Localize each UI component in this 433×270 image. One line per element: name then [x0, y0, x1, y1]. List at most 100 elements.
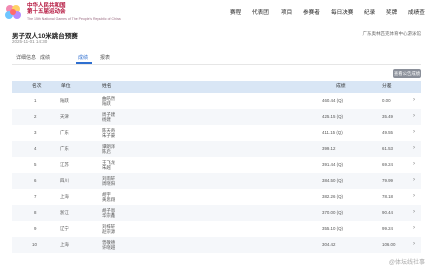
th-rank: 名次 — [32, 84, 42, 89]
th-diff: 分差 — [382, 84, 392, 89]
diff-cell: 90.44 — [382, 210, 393, 215]
event-time: 2025-11-01 14:30 — [12, 39, 48, 44]
rank-cell: 10 — [32, 242, 37, 247]
result-tabs: 详细信息 成绩 成绩 报表 — [12, 53, 421, 65]
chevron-right-icon[interactable]: › — [413, 193, 415, 199]
th-name: 姓名 — [102, 84, 112, 89]
chevron-right-icon[interactable]: › — [413, 145, 415, 151]
diff-cell: 106.00 — [382, 242, 396, 247]
rank-cell: 6 — [34, 178, 37, 183]
table-row[interactable]: 2 天津 周子建 杨建 425.15 (Q) 35.49 › — [12, 109, 421, 125]
score-cell: 399.12 — [322, 146, 336, 151]
main-nav: 赛程 代表团 项目 参赛者 每日决赛 纪录 奖牌 成绩查 — [0, 7, 433, 19]
view-official-results-button[interactable]: 查看公告成绩 — [393, 69, 421, 78]
nav-item-participants[interactable]: 参赛者 — [303, 7, 320, 19]
athlete-name: 杨建 — [102, 116, 111, 122]
tab-details[interactable]: 详细信息 — [16, 54, 36, 61]
unit-cell: 上海 — [60, 194, 69, 199]
score-cell: 391.44 (Q) — [322, 162, 343, 167]
score-cell: 304.42 — [322, 242, 336, 247]
names-cell: 陈天奇 朱子豪 — [102, 128, 115, 138]
chevron-right-icon[interactable]: › — [413, 113, 415, 119]
table-row[interactable]: 9 辽宁 刘梓轩 赵宗源 355.10 (Q) 99.24 › — [12, 221, 421, 237]
rank-cell: 4 — [34, 146, 37, 151]
nav-item-delegations[interactable]: 代表团 — [252, 7, 269, 19]
tab-active-underline — [76, 62, 92, 64]
rank-cell: 1 — [34, 98, 37, 103]
unit-cell: 天津 — [60, 114, 69, 119]
rank-cell: 2 — [34, 114, 37, 119]
athlete-name: 陆跃 — [102, 100, 111, 106]
th-unit: 单位 — [61, 84, 71, 89]
chevron-right-icon[interactable]: › — [413, 129, 415, 135]
results-table: 名次 单位 姓名 成绩 分差 1 陆跃 曲皓然 陆跃 460.44 (Q) 0.… — [12, 81, 421, 253]
athlete-name: 周晓阳 — [102, 180, 116, 186]
names-cell: 刘梓轩 赵宗源 — [102, 224, 115, 234]
names-cell: 曾敬德 许晓越 — [102, 240, 115, 250]
names-cell: 谭朗泽 陈启 — [102, 144, 115, 154]
nav-item-daily-finals[interactable]: 每日决赛 — [331, 7, 353, 19]
athlete-name: 黄思翔 — [102, 196, 116, 202]
table-row[interactable]: 10 上海 曾敬德 许晓越 304.42 106.00 › — [12, 237, 421, 253]
score-cell: 411.15 (Q) — [322, 130, 343, 135]
chevron-right-icon[interactable]: › — [413, 225, 415, 231]
table-row[interactable]: 5 江苏 王飞龙 朱越 391.44 (Q) 69.24 › — [12, 157, 421, 173]
rank-cell: 7 — [34, 194, 37, 199]
table-row[interactable]: 7 上海 胡宇 黄思翔 382.26 (Q) 78.18 › — [12, 189, 421, 205]
chevron-right-icon[interactable]: › — [413, 209, 415, 215]
diff-cell: 0.00 — [382, 98, 391, 103]
unit-cell: 广东 — [60, 130, 69, 135]
score-cell: 382.26 (Q) — [322, 194, 343, 199]
names-cell: 刘雨轩 周晓阳 — [102, 176, 115, 186]
table-row[interactable]: 3 广东 陈天奇 朱子豪 411.15 (Q) 49.55 › — [12, 125, 421, 141]
rank-cell: 3 — [34, 130, 37, 135]
nav-item-sports[interactable]: 项目 — [281, 7, 292, 19]
unit-cell: 上海 — [60, 242, 69, 247]
athlete-name: 陈启 — [102, 148, 111, 154]
score-cell: 370.00 (Q) — [322, 210, 343, 215]
score-cell: 425.15 (Q) — [322, 114, 343, 119]
diff-cell: 35.49 — [382, 114, 393, 119]
names-cell: 曲皓然 陆跃 — [102, 96, 115, 106]
diff-cell: 99.24 — [382, 226, 393, 231]
score-cell: 355.10 (Q) — [322, 226, 343, 231]
tab-results[interactable]: 成绩 — [40, 54, 50, 61]
diff-cell: 78.18 — [382, 194, 393, 199]
rank-cell: 8 — [34, 210, 37, 215]
athlete-name: 许晓越 — [102, 244, 116, 250]
table-row[interactable]: 4 广东 谭朗泽 陈启 399.12 61.53 › — [12, 141, 421, 157]
unit-cell: 浙江 — [60, 210, 69, 215]
unit-cell: 江苏 — [60, 162, 69, 167]
unit-cell: 辽宁 — [60, 226, 69, 231]
score-cell: 384.50 (Q) — [322, 178, 343, 183]
unit-cell: 陆跃 — [60, 98, 69, 103]
chevron-right-icon[interactable]: › — [413, 161, 415, 167]
diff-cell: 79.99 — [382, 178, 393, 183]
top-header: 中华人民共和国 第十五届运动会 The 15th National Games … — [0, 0, 433, 27]
nav-item-records[interactable]: 纪录 — [364, 7, 375, 19]
table-row[interactable]: 8 浙江 胡子恩 华宗鑫 370.00 (Q) 90.44 › — [12, 205, 421, 221]
table-row[interactable]: 1 陆跃 曲皓然 陆跃 460.44 (Q) 0.00 › — [12, 93, 421, 109]
nav-item-medals[interactable]: 奖牌 — [386, 7, 397, 19]
tab-reports[interactable]: 报表 — [100, 54, 110, 61]
names-cell: 周子建 杨建 — [102, 112, 115, 122]
athlete-name: 赵宗源 — [102, 228, 116, 234]
diff-cell: 69.24 — [382, 162, 393, 167]
athlete-name: 朱子豪 — [102, 132, 116, 138]
unit-cell: 四川 — [60, 178, 69, 183]
chevron-right-icon[interactable]: › — [413, 177, 415, 183]
table-header: 名次 单位 姓名 成绩 分差 — [12, 81, 421, 93]
nav-item-results[interactable]: 成绩查 — [408, 7, 425, 19]
watermark: @体坛线社事 — [388, 260, 425, 266]
names-cell: 王飞龙 朱越 — [102, 160, 115, 170]
names-cell: 胡子恩 华宗鑫 — [102, 208, 115, 218]
tab-active-results[interactable]: 成绩 — [78, 54, 88, 61]
rank-cell: 5 — [34, 162, 37, 167]
score-cell: 460.44 (Q) — [322, 98, 343, 103]
unit-cell: 广东 — [60, 146, 69, 151]
table-row[interactable]: 6 四川 刘雨轩 周晓阳 384.50 (Q) 79.99 › — [12, 173, 421, 189]
chevron-right-icon[interactable]: › — [413, 241, 415, 247]
chevron-right-icon[interactable]: › — [413, 97, 415, 103]
nav-item-schedule[interactable]: 赛程 — [230, 7, 241, 19]
athlete-name: 华宗鑫 — [102, 212, 116, 218]
